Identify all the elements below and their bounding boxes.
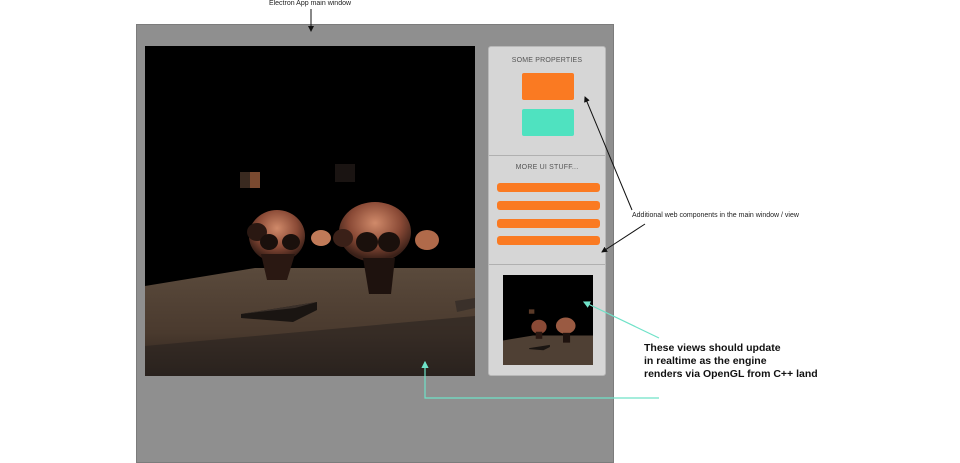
ui-bar[interactable]: [497, 236, 600, 245]
properties-section: SOME PROPERTIES: [489, 47, 605, 155]
properties-title: SOME PROPERTIES: [511, 57, 583, 64]
ui-bar[interactable]: [497, 201, 600, 210]
thumbnail-section: [489, 265, 605, 375]
web-components-annotation: Additional web components in the main wi…: [632, 212, 799, 219]
ui-bar[interactable]: [497, 219, 600, 228]
ui-bar[interactable]: [497, 183, 600, 192]
more-ui-section: MORE UI STUFF...: [489, 155, 605, 265]
side-panel: SOME PROPERTIES MORE UI STUFF...: [488, 46, 606, 376]
realtime-line: in realtime as the engine: [644, 355, 767, 367]
realtime-line: These views should update: [644, 342, 781, 354]
render-thumbnail[interactable]: [503, 275, 593, 365]
rendered-scene: [145, 46, 475, 376]
teal-property-button[interactable]: [522, 109, 574, 136]
realtime-annotation: These views should update in realtime as…: [644, 342, 864, 381]
thumbnail-scene: [503, 275, 593, 365]
main-window-annotation: Electron App main window: [268, 0, 352, 7]
orange-property-button[interactable]: [522, 73, 574, 100]
realtime-line: renders via OpenGL from C++ land: [644, 368, 818, 380]
more-ui-title: MORE UI STUFF...: [515, 164, 579, 171]
opengl-render-viewport[interactable]: [145, 46, 475, 376]
